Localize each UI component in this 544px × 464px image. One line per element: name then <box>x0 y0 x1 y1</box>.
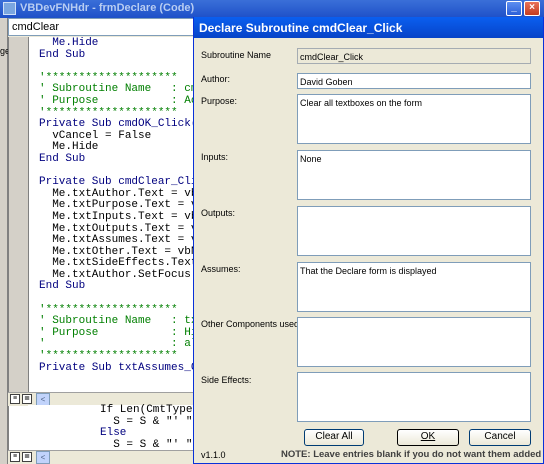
full-module-view-icon[interactable]: ≣ <box>22 394 32 404</box>
code-line[interactable]: Private Sub cmdOK_Click() <box>39 119 204 131</box>
minimize-icon[interactable]: _ <box>506 1 522 16</box>
author-field[interactable]: David Goben <box>297 73 531 89</box>
note-label: NOTE: Leave entries blank if you do not … <box>281 449 542 460</box>
procedure-view-icon[interactable]: ≡ <box>10 452 20 462</box>
vb-app-icon <box>3 2 16 15</box>
outputs-field[interactable] <box>297 206 531 256</box>
code-line[interactable]: End Sub <box>39 281 204 293</box>
outputs-label: Outputs: <box>201 208 236 218</box>
close-icon[interactable]: × <box>524 1 540 16</box>
side-effects-field[interactable] <box>297 372 531 422</box>
code-line[interactable]: Me.Hide <box>39 37 204 50</box>
purpose-label: Purpose: <box>201 96 238 106</box>
clear-all-button[interactable]: Clear All <box>304 429 364 446</box>
inputs-field[interactable]: None <box>297 150 531 200</box>
cancel-button[interactable]: Cancel <box>469 429 531 446</box>
background-hscrollbar[interactable]: ≡ ≣ < <box>8 450 198 464</box>
purpose-field[interactable]: Clear all textboxes on the form <box>297 94 531 144</box>
object-combo-value: cmdClear <box>12 21 60 33</box>
code-line[interactable] <box>39 293 204 305</box>
code-margin <box>9 37 29 392</box>
full-module-view-icon[interactable]: ≣ <box>22 452 32 462</box>
code-line[interactable]: Private Sub txtAssumes_Go <box>39 362 204 375</box>
dialog-titlebar[interactable]: Declare Subroutine cmdClear_Click <box>194 17 543 38</box>
code-line[interactable]: Private Sub cmdClear_Clic <box>39 177 204 189</box>
assumes-label: Assumes: <box>201 264 241 274</box>
background-code-line: If Len(CmtType) <box>100 404 200 416</box>
other-components-label: Other Components used: <box>201 319 302 329</box>
side-effects-label: Side Effects: <box>201 375 252 385</box>
declare-dialog: Declare Subroutine cmdClear_Click Subrou… <box>193 17 544 464</box>
subroutine-name-field: cmdClear_Click <box>297 48 531 64</box>
dialog-title: Declare Subroutine cmdClear_Click <box>199 21 403 35</box>
object-combo[interactable]: cmdClear <box>8 18 196 36</box>
other-components-field[interactable] <box>297 317 531 367</box>
assumes-field[interactable]: That the Declare form is displayed <box>297 262 531 312</box>
code-text[interactable]: Me.Hide End Sub '******************** ' Su… <box>39 37 204 375</box>
ide-titlebar[interactable]: VBDevFNHdr - frmDeclare (Code) _ × <box>0 0 544 18</box>
code-line[interactable]: ' Purpose : Acc <box>39 95 204 108</box>
code-line[interactable]: Me.txtInputs.Text = vbN <box>39 211 204 224</box>
code-line[interactable]: End Sub <box>39 49 204 62</box>
subroutine-name-label: Subroutine Name <box>201 50 272 60</box>
scroll-left-icon[interactable]: < <box>36 451 50 464</box>
ok-button[interactable]: OK <box>397 429 459 446</box>
code-line[interactable]: Me.txtAssumes.Text = vb <box>39 234 204 247</box>
author-label: Author: <box>201 74 231 84</box>
left-panel-strip: ger <box>0 18 13 464</box>
ide-title: VBDevFNHdr - frmDeclare (Code) <box>20 2 195 14</box>
code-line[interactable]: '******************** <box>39 350 204 363</box>
version-label: v1.1.0 <box>201 450 226 460</box>
code-line[interactable]: End Sub <box>39 153 204 166</box>
inputs-label: Inputs: <box>201 152 229 162</box>
procedure-view-icon[interactable]: ≡ <box>10 394 20 404</box>
